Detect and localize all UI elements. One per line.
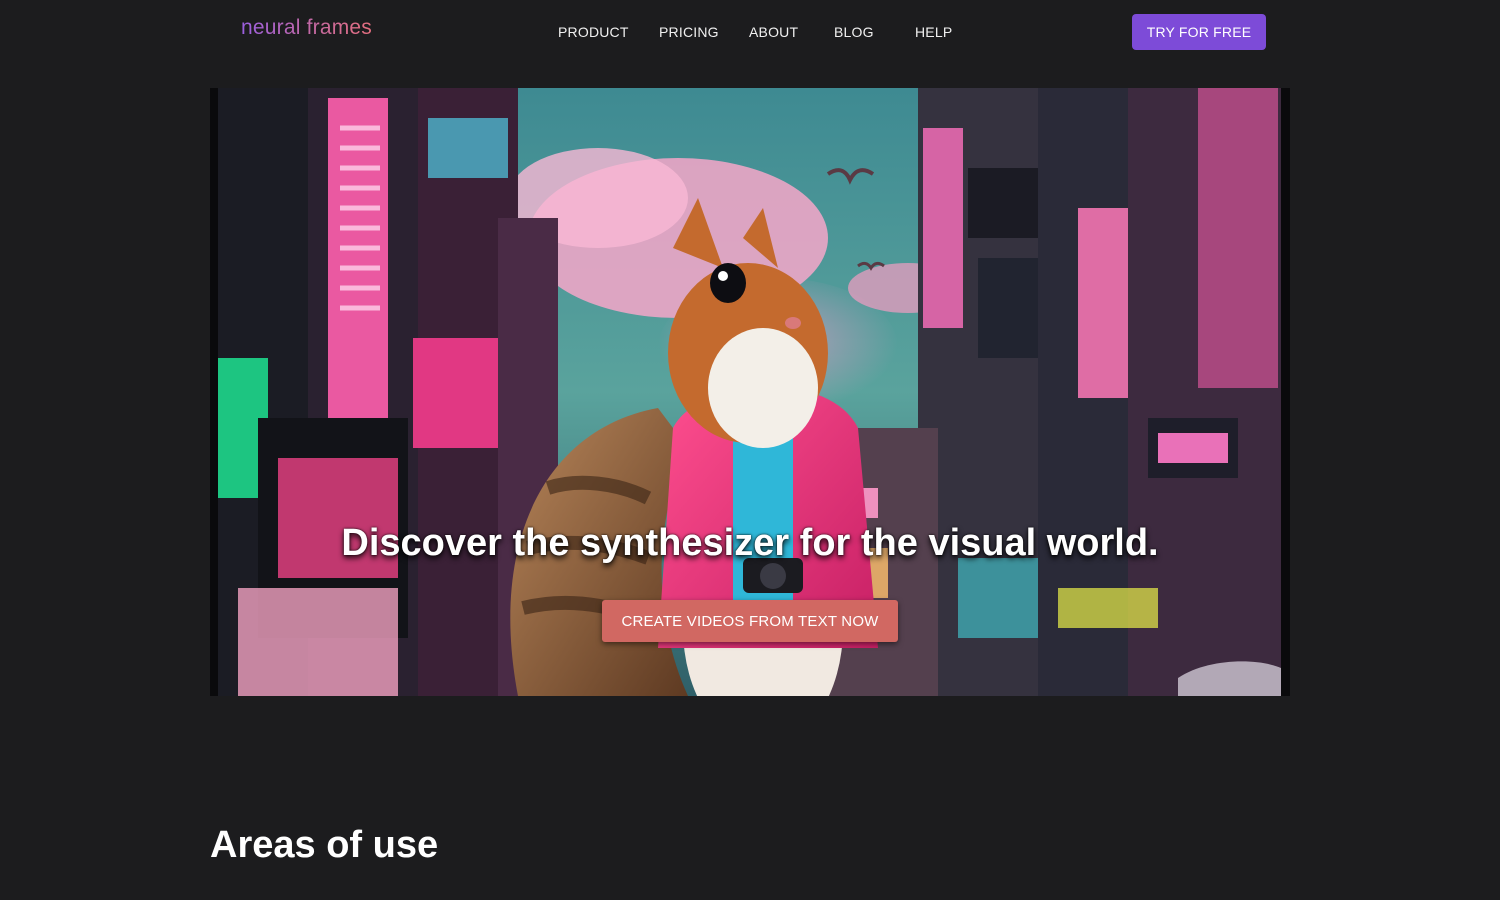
create-videos-button[interactable]: CREATE VIDEOS FROM TEXT NOW bbox=[602, 600, 898, 642]
hero-title: Discover the synthesizer for the visual … bbox=[341, 522, 1159, 564]
areas-of-use-heading: Areas of use bbox=[210, 824, 439, 866]
nav-item-product[interactable]: PRODUCT bbox=[558, 24, 629, 40]
hero-banner: Discover the synthesizer for the visual … bbox=[210, 88, 1290, 696]
nav-item-blog[interactable]: BLOG bbox=[834, 24, 874, 40]
main-nav: PRODUCT PRICING ABOUT BLOG HELP bbox=[0, 24, 1500, 42]
nav-item-about[interactable]: ABOUT bbox=[749, 24, 798, 40]
nav-item-help[interactable]: HELP bbox=[915, 24, 952, 40]
top-navigation-bar: neural frames PRODUCT PRICING ABOUT BLOG… bbox=[0, 0, 1500, 64]
try-for-free-button[interactable]: TRY FOR FREE bbox=[1132, 14, 1266, 50]
nav-item-pricing[interactable]: PRICING bbox=[659, 24, 719, 40]
